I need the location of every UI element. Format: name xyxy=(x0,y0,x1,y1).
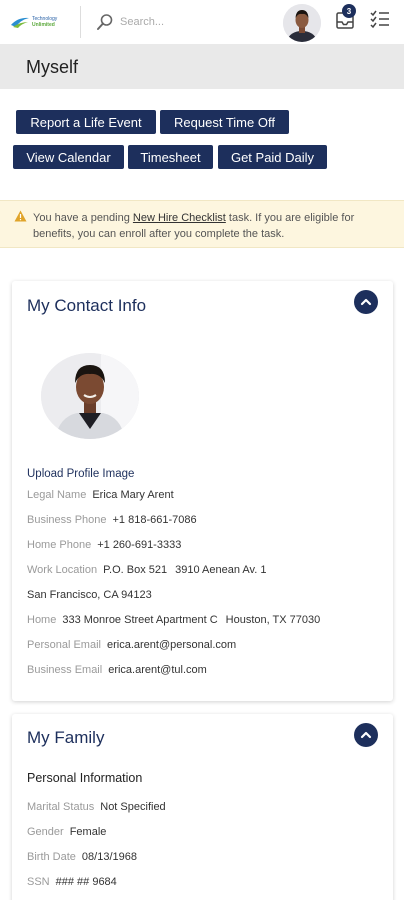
page-title: Myself xyxy=(26,57,79,77)
business-email-row: Business Email erica.arent@tul.com xyxy=(27,664,207,676)
work-location-line-3: San Francisco, CA 94123 xyxy=(27,589,152,601)
ssn-row: SSN ### ## 9684 xyxy=(27,876,117,888)
personal-email-value[interactable]: erica.arent@personal.com xyxy=(107,639,236,651)
logo-line-2: Unlimited xyxy=(32,22,55,28)
home-phone-row: Home Phone +1 260-691-3333 xyxy=(27,539,181,551)
chevron-up-icon xyxy=(360,298,372,306)
top-header: Technology Unlimited 3 xyxy=(0,0,404,44)
birth-date-value: 08/13/1968 xyxy=(81,851,137,863)
gender-value: Female xyxy=(69,826,107,838)
business-phone-value[interactable]: +1 818-661-7086 xyxy=(113,514,197,526)
work-location-line-1: P.O. Box 521 xyxy=(103,564,168,576)
page-title-bar: Myself xyxy=(0,44,404,89)
user-avatar-image xyxy=(283,4,321,42)
gender-row: Gender Female xyxy=(27,826,106,838)
pending-task-alert: You have a pending New Hire Checklist ta… xyxy=(0,200,404,248)
get-paid-daily-button[interactable]: Get Paid Daily xyxy=(218,145,327,169)
home-address-line-2: Houston, TX 77030 xyxy=(225,614,321,626)
work-location-city-row: San Francisco, CA 94123 xyxy=(27,589,152,601)
birth-date-label: Birth Date xyxy=(27,851,76,863)
business-email-value[interactable]: erica.arent@tul.com xyxy=(108,664,207,676)
contact-info-title: My Contact Info xyxy=(27,296,147,315)
search-icon xyxy=(97,14,113,30)
task-list-icon[interactable] xyxy=(369,9,391,29)
notification-badge: 3 xyxy=(342,4,356,18)
ssn-label: SSN xyxy=(27,876,50,888)
home-phone-label: Home Phone xyxy=(27,539,92,551)
business-email-label: Business Email xyxy=(27,664,103,676)
user-avatar[interactable] xyxy=(283,4,321,42)
new-hire-checklist-link[interactable]: New Hire Checklist xyxy=(133,212,226,224)
logo-text: Technology Unlimited xyxy=(32,16,57,28)
legal-name-label: Legal Name xyxy=(27,489,87,501)
alert-message: You have a pending New Hire Checklist ta… xyxy=(33,210,395,242)
search-bar[interactable] xyxy=(96,11,266,33)
warning-icon xyxy=(14,210,27,222)
alert-prefix: You have a pending xyxy=(33,212,133,224)
profile-photo xyxy=(41,353,139,439)
marital-status-label: Marital Status xyxy=(27,801,95,813)
logo-swoosh-icon xyxy=(11,17,29,28)
ssn-value: ### ## 9684 xyxy=(55,876,117,888)
birth-date-row: Birth Date 08/13/1968 xyxy=(27,851,137,863)
contact-collapse-button[interactable] xyxy=(354,290,378,314)
upload-profile-image-link[interactable]: Upload Profile Image xyxy=(27,468,134,480)
home-address-line-1: 333 Monroe Street Apartment C xyxy=(62,614,218,626)
legal-name-row: Legal Name Erica Mary Arent xyxy=(27,489,174,501)
personal-information-heading: Personal Information xyxy=(27,771,143,785)
business-phone-row: Business Phone +1 818-661-7086 xyxy=(27,514,197,526)
business-phone-label: Business Phone xyxy=(27,514,107,526)
company-logo[interactable]: Technology Unlimited xyxy=(10,10,70,34)
timesheet-button[interactable]: Timesheet xyxy=(128,145,213,169)
marital-status-value: Not Specified xyxy=(100,801,166,813)
personal-email-label: Personal Email xyxy=(27,639,101,651)
work-location-line-2: 3910 Aenean Av. 1 xyxy=(175,564,267,576)
request-time-off-button[interactable]: Request Time Off xyxy=(160,110,289,134)
legal-name-value: Erica Mary Arent xyxy=(92,489,174,501)
work-location-label: Work Location xyxy=(27,564,98,576)
family-collapse-button[interactable] xyxy=(354,723,378,747)
home-address-row: Home 333 Monroe Street Apartment C Houston… xyxy=(27,614,320,626)
report-life-event-button[interactable]: Report a Life Event xyxy=(16,110,156,134)
personal-email-row: Personal Email erica.arent@personal.com xyxy=(27,639,236,651)
gender-label: Gender xyxy=(27,826,64,838)
marital-status-row: Marital Status Not Specified xyxy=(27,801,166,813)
home-phone-value[interactable]: +1 260-691-3333 xyxy=(97,539,181,551)
work-location-row: Work Location P.O. Box 521 3910 Aenean Av.… xyxy=(27,564,266,576)
view-calendar-button[interactable]: View Calendar xyxy=(13,145,124,169)
home-address-label: Home xyxy=(27,614,57,626)
family-title: My Family xyxy=(27,728,105,747)
header-divider xyxy=(80,6,81,38)
profile-photo-image xyxy=(41,353,139,439)
search-input[interactable] xyxy=(120,16,260,28)
chevron-up-icon xyxy=(360,731,372,739)
